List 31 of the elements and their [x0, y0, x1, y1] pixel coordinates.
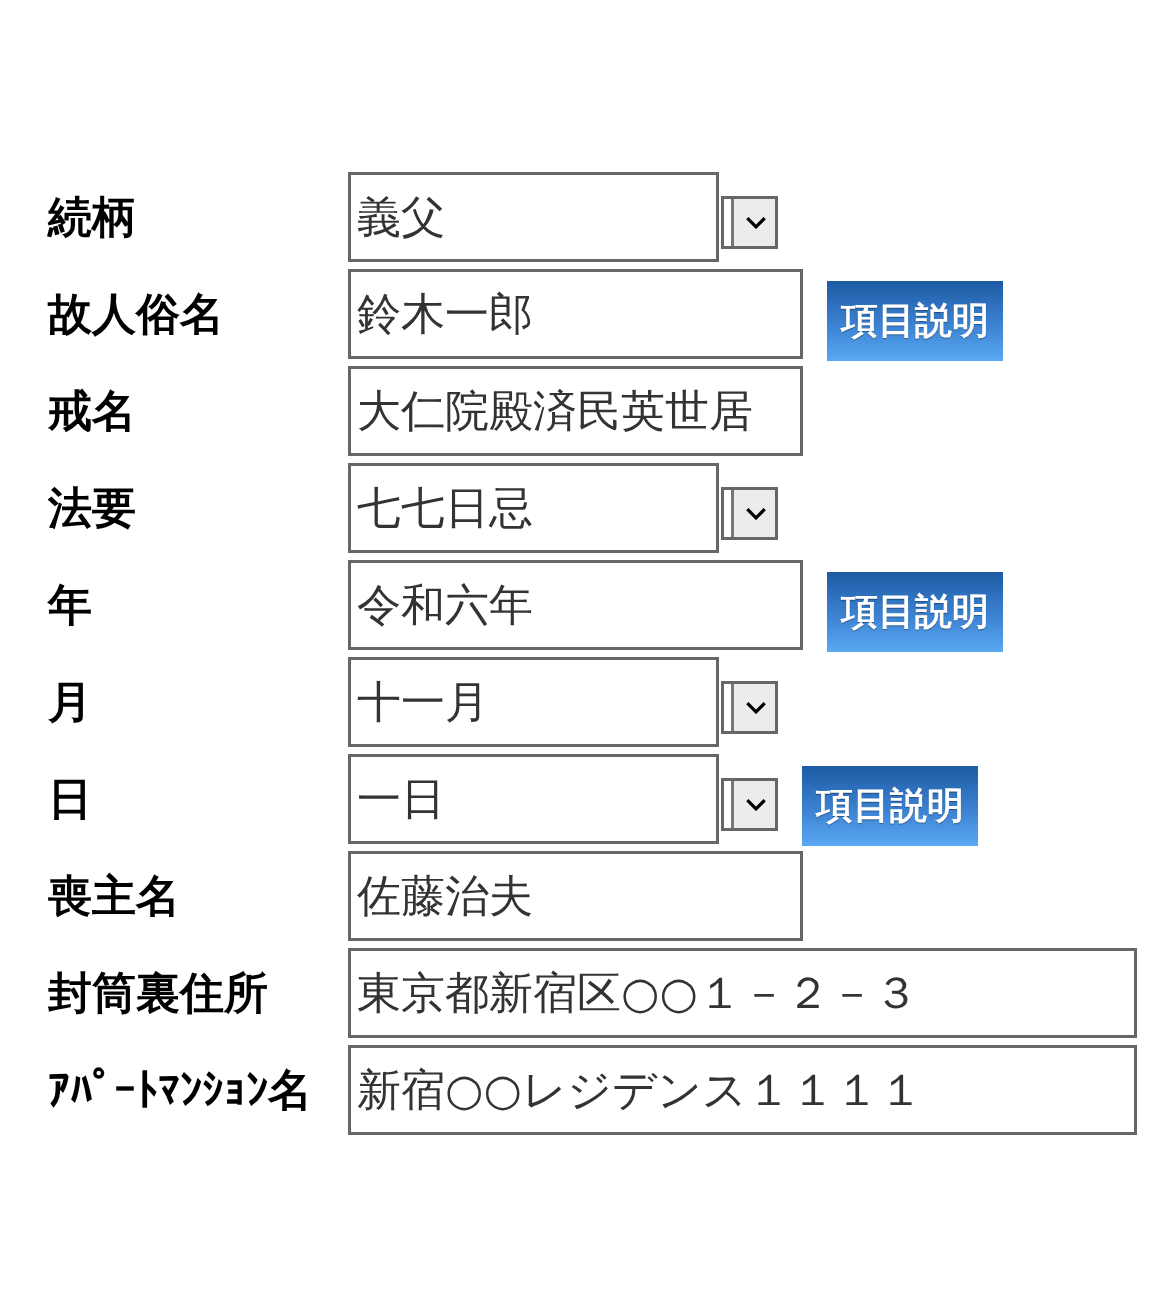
field-label: 月: [48, 677, 93, 727]
chevron-down-icon: [744, 797, 767, 811]
field-label: 日: [48, 774, 93, 824]
help-button[interactable]: 項目説明: [827, 281, 1003, 361]
text-field[interactable]: 大仁院殿済民英世居: [348, 366, 803, 456]
text-field[interactable]: 東京都新宿区○○１－２－３: [348, 948, 1137, 1038]
text-field[interactable]: 佐藤治夫: [348, 851, 803, 941]
chevron-down-icon: [744, 506, 767, 520]
select-field[interactable]: 十一月: [348, 657, 719, 747]
chevron-down-icon: [744, 215, 767, 229]
select-field[interactable]: 七七日忌: [348, 463, 719, 553]
help-button[interactable]: 項目説明: [802, 766, 978, 846]
field-label: 封筒裏住所: [48, 968, 269, 1018]
field-label: 故人俗名: [48, 289, 225, 339]
chevron-down-icon: [744, 700, 767, 714]
text-field[interactable]: 鈴木一郎: [348, 269, 803, 359]
field-label: 法要: [48, 483, 137, 533]
select-field[interactable]: 一日: [348, 754, 719, 844]
text-field[interactable]: 新宿○○レジデンス１１１１: [348, 1045, 1137, 1135]
help-button[interactable]: 項目説明: [827, 572, 1003, 652]
dropdown-button[interactable]: [721, 486, 778, 540]
field-label: ｱﾊﾟｰﾄﾏﾝｼｮﾝ名: [48, 1065, 313, 1115]
dropdown-button[interactable]: [721, 680, 778, 734]
select-field[interactable]: 義父: [348, 172, 719, 262]
field-label: 年: [48, 580, 93, 630]
text-field[interactable]: 令和六年: [348, 560, 803, 650]
field-label: 戒名: [48, 386, 137, 436]
field-label: 喪主名: [48, 871, 181, 921]
dropdown-button[interactable]: [721, 777, 778, 831]
field-label: 続柄: [48, 192, 137, 242]
dropdown-button[interactable]: [721, 195, 778, 249]
